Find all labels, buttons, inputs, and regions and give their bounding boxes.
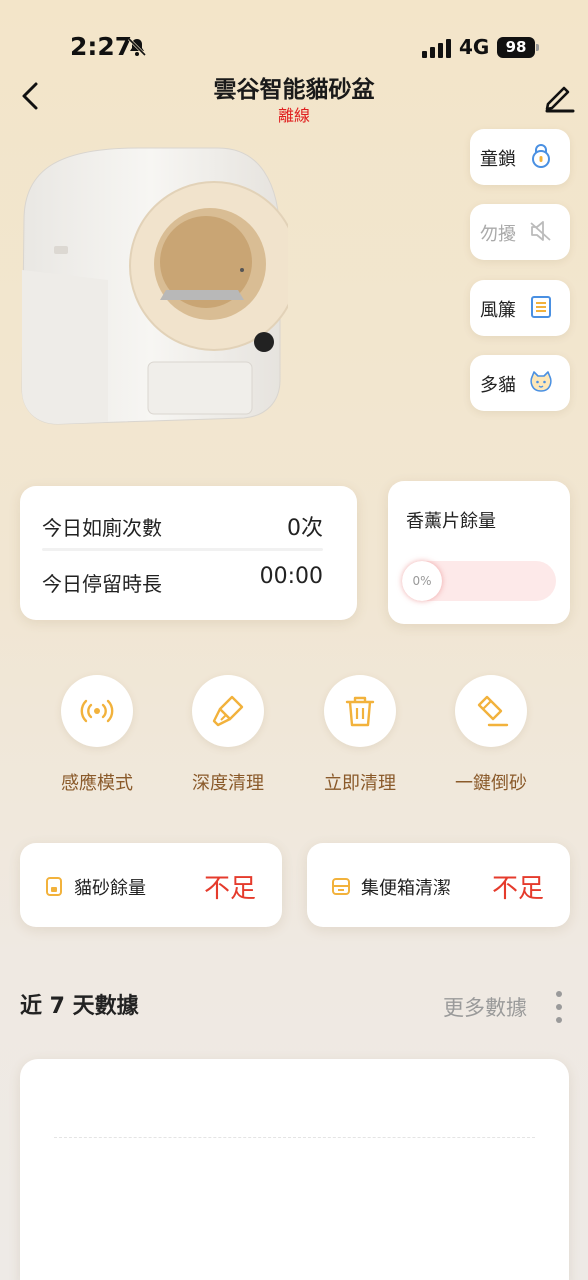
trash-icon bbox=[345, 696, 375, 727]
sensor-mode-button[interactable]: 感應模式 bbox=[42, 675, 152, 795]
page-title: 雲谷智能貓砂盆 bbox=[213, 77, 375, 103]
more-data-link[interactable]: 更多數據 bbox=[443, 992, 527, 1022]
waste-bin-label: 集便箱清潔 bbox=[361, 878, 451, 899]
litter-level-value: 不足 bbox=[203, 874, 256, 904]
cat-icon bbox=[530, 371, 552, 392]
air-curtain-label: 風簾 bbox=[480, 300, 516, 321]
waste-bin-card[interactable]: 集便箱清潔 不足 bbox=[307, 843, 570, 927]
empty-litter-button[interactable]: 一鍵倒砂 bbox=[436, 675, 546, 795]
battery-nub bbox=[536, 44, 539, 51]
aroma-title: 香薰片餘量 bbox=[406, 511, 496, 532]
child-lock-button[interactable]: 童鎖 bbox=[470, 129, 570, 185]
multi-cat-label: 多貓 bbox=[480, 375, 516, 396]
section-title: 近 7 天數據 bbox=[20, 994, 139, 1019]
device-status-label: 離線 bbox=[277, 106, 310, 125]
status-time: 2:27 bbox=[70, 32, 133, 61]
mute-icon bbox=[530, 221, 551, 241]
litter-level-label: 貓砂餘量 bbox=[74, 878, 146, 899]
battery-indicator: 98 bbox=[497, 37, 535, 58]
child-lock-label: 童鎖 bbox=[480, 149, 516, 170]
device-image bbox=[21, 147, 288, 425]
empty-litter-circle[interactable] bbox=[455, 675, 527, 747]
clean-now-label: 立即清理 bbox=[324, 773, 396, 794]
seven-day-chart-card bbox=[20, 1059, 569, 1280]
eraser-icon bbox=[477, 695, 509, 727]
stats-divider bbox=[42, 548, 323, 551]
do-not-disturb-button[interactable]: 勿擾 bbox=[470, 204, 570, 260]
duration-label: 今日停留時長 bbox=[42, 572, 162, 596]
brush-icon bbox=[212, 695, 244, 727]
clean-now-circle[interactable] bbox=[324, 675, 396, 747]
waste-bin-value: 不足 bbox=[491, 874, 544, 904]
sensor-mode-label: 感應模式 bbox=[61, 773, 133, 794]
today-stats-card: 今日如廁次數 0次 今日停留時長 00:00 bbox=[20, 486, 357, 620]
chart-gridline bbox=[54, 1137, 535, 1138]
more-options-icon[interactable] bbox=[554, 990, 564, 1024]
clean-now-button[interactable]: 立即清理 bbox=[305, 675, 415, 795]
network-label: 4G bbox=[459, 35, 490, 59]
aroma-card[interactable]: 香薰片餘量 0% bbox=[388, 481, 570, 624]
visits-value: 0次 bbox=[287, 516, 323, 541]
multi-cat-button[interactable]: 多貓 bbox=[470, 355, 570, 411]
bell-off-icon bbox=[127, 37, 147, 57]
litter-level-card[interactable]: 貓砂餘量 不足 bbox=[20, 843, 282, 927]
lock-icon bbox=[532, 144, 550, 168]
do-not-disturb-label: 勿擾 bbox=[480, 224, 516, 245]
signal-icon bbox=[422, 39, 451, 58]
visits-label: 今日如廁次數 bbox=[42, 516, 162, 540]
deep-clean-circle[interactable] bbox=[192, 675, 264, 747]
deep-clean-button[interactable]: 深度清理 bbox=[173, 675, 283, 795]
aroma-level-bar: 0% bbox=[402, 561, 556, 601]
sensor-mode-circle[interactable] bbox=[61, 675, 133, 747]
sensor-icon bbox=[80, 699, 114, 723]
bin-icon bbox=[332, 878, 350, 895]
deep-clean-label: 深度清理 bbox=[192, 773, 264, 794]
litter-icon bbox=[46, 877, 62, 896]
aroma-percent: 0% bbox=[402, 561, 442, 601]
empty-litter-label: 一鍵倒砂 bbox=[455, 773, 527, 794]
air-curtain-button[interactable]: 風簾 bbox=[470, 280, 570, 336]
curtain-icon bbox=[531, 296, 551, 318]
edit-button[interactable] bbox=[542, 80, 576, 114]
duration-value: 00:00 bbox=[259, 564, 323, 589]
